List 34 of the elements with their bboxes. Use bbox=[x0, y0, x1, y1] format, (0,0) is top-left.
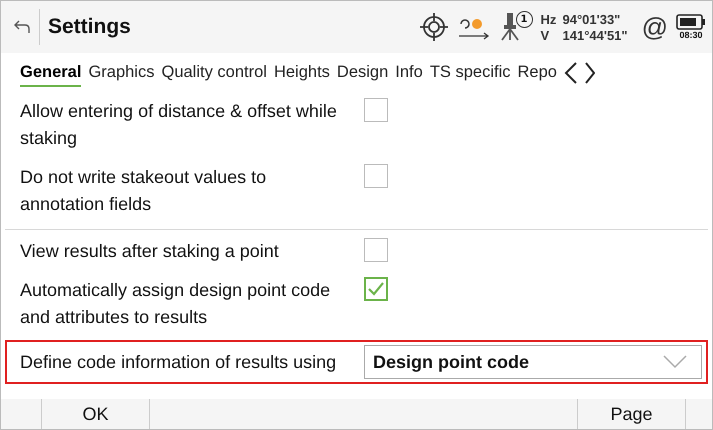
checkbox[interactable] bbox=[364, 238, 388, 262]
back-icon[interactable] bbox=[13, 18, 31, 36]
tab[interactable]: General bbox=[20, 59, 82, 87]
tab[interactable]: Heights bbox=[274, 59, 330, 87]
window-title: Settings bbox=[48, 15, 131, 39]
setting-label: Define code information of results using bbox=[20, 350, 338, 374]
checkbox[interactable] bbox=[364, 164, 388, 188]
ok-button[interactable]: OK bbox=[42, 399, 150, 429]
battery-icon bbox=[676, 14, 706, 30]
hz-label: Hz bbox=[540, 12, 558, 26]
checkbox[interactable] bbox=[364, 277, 388, 301]
chevron-right-icon[interactable] bbox=[584, 61, 595, 85]
instrument-number: 1 bbox=[516, 11, 533, 28]
v-value: 141°44'51" bbox=[562, 28, 628, 42]
hz-value: 94°01'33" bbox=[562, 12, 620, 26]
at-sign[interactable]: @ bbox=[642, 12, 668, 42]
tab[interactable]: Info bbox=[395, 59, 423, 87]
setting-label: View results after staking a point bbox=[20, 240, 280, 263]
setting-label: Do not write stakeout values to annotation fields bbox=[20, 166, 268, 216]
crosshair-icon[interactable] bbox=[418, 12, 449, 42]
tab[interactable]: Quality control bbox=[161, 59, 267, 87]
dropdown[interactable]: Design point code bbox=[364, 345, 702, 379]
v-label: V bbox=[540, 28, 550, 42]
instrument-icon[interactable] bbox=[498, 11, 521, 41]
tab[interactable]: Design bbox=[336, 59, 388, 87]
chevron-left-icon[interactable] bbox=[564, 61, 578, 85]
checkbox[interactable] bbox=[364, 98, 388, 122]
clock-time: 08:30 bbox=[679, 30, 703, 40]
setting-label: Allow entering of distance & offset while staking bbox=[20, 100, 338, 150]
setting-label: Automatically assign design point code and attributes to results bbox=[20, 279, 332, 329]
page-button[interactable]: Page bbox=[578, 399, 686, 429]
tab[interactable]: Repo bbox=[518, 59, 557, 87]
tab[interactable]: Graphics bbox=[88, 59, 154, 87]
tab[interactable]: TS specific bbox=[430, 59, 510, 87]
